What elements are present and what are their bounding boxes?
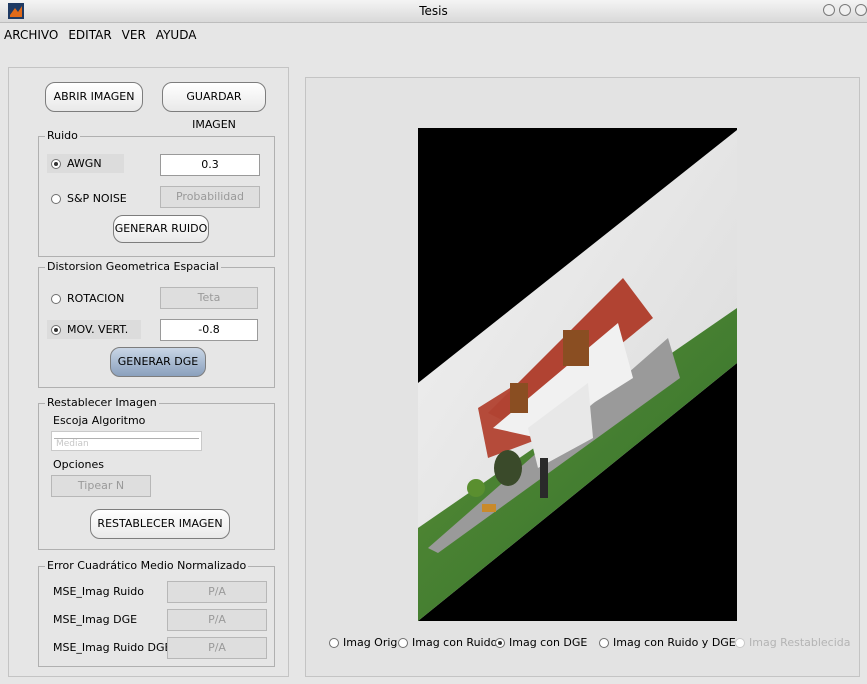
mov-vert-input[interactable]: -0.8 <box>160 319 258 341</box>
awgn-option[interactable]: AWGN <box>47 154 124 173</box>
window-title: Tesis <box>419 4 448 18</box>
mse-dge-value: P/A <box>167 609 267 631</box>
image-display <box>418 128 737 621</box>
menu-editar[interactable]: EDITAR <box>68 28 111 42</box>
theta-input[interactable]: Teta <box>160 287 258 309</box>
view-restored-option[interactable]: Imag Restablecida <box>735 636 851 649</box>
title-bar: Tesis <box>0 0 867 23</box>
view-restored-radio[interactable] <box>735 637 745 648</box>
mov-vert-radio[interactable] <box>51 324 61 335</box>
n-input[interactable]: Tipear N <box>51 475 151 497</box>
algorithm-select[interactable]: Median <box>51 431 202 451</box>
mse-noise-dge-label: MSE_Imag Ruido DGE <box>53 641 172 654</box>
restore-group-title: Restablecer Imagen <box>45 396 159 409</box>
rotation-label: ROTACION <box>67 292 125 305</box>
view-noise-dge-option[interactable]: Imag con Ruido y DGE <box>599 636 736 649</box>
rotation-option[interactable]: ROTACION <box>51 292 124 305</box>
awgn-radio[interactable] <box>51 158 61 169</box>
menu-bar: ARCHIVO EDITAR VER AYUDA <box>0 24 196 46</box>
probability-input[interactable]: Probabilidad <box>160 186 260 208</box>
algorithm-label: Escoja Algoritmo <box>53 414 146 427</box>
rotation-radio[interactable] <box>51 293 61 304</box>
mse-dge-label: MSE_Imag DGE <box>53 613 138 626</box>
mse-noise-value: P/A <box>167 581 267 603</box>
view-dge-radio[interactable] <box>495 637 505 648</box>
maximize-icon[interactable] <box>839 4 851 16</box>
dge-group-title: Distorsion Geometrica Espacial <box>45 260 221 273</box>
view-noise-radio[interactable] <box>398 637 408 648</box>
save-image-button[interactable]: GUARDAR IMAGEN <box>162 82 266 131</box>
minimize-icon[interactable] <box>823 4 835 16</box>
view-dge-option[interactable]: Imag con DGE <box>495 636 587 649</box>
view-orig-radio[interactable] <box>329 637 339 648</box>
generate-dge-button[interactable]: GENERAR DGE <box>110 347 206 377</box>
mse-noise-label: MSE_Imag Ruido <box>53 585 144 598</box>
awgn-label: AWGN <box>67 157 102 170</box>
menu-ver[interactable]: VER <box>122 28 146 42</box>
options-label: Opciones <box>53 458 104 471</box>
noise-group-title: Ruido <box>45 129 80 142</box>
view-noise-option[interactable]: Imag con Ruido <box>398 636 497 649</box>
sp-noise-radio[interactable] <box>51 193 61 204</box>
open-image-button[interactable]: ABRIR IMAGEN <box>45 82 143 112</box>
mov-vert-option[interactable]: MOV. VERT. <box>47 320 141 339</box>
view-orig-option[interactable]: Imag Orig <box>329 636 397 649</box>
menu-archivo[interactable]: ARCHIVO <box>4 28 58 42</box>
generate-noise-button[interactable]: GENERAR RUIDO <box>113 215 209 243</box>
sp-noise-option[interactable]: S&P NOISE <box>51 192 127 205</box>
algorithm-selected: Median <box>56 439 89 449</box>
menu-ayuda[interactable]: AYUDA <box>156 28 197 42</box>
mse-group-title: Error Cuadrático Medio Normalizado <box>45 559 249 572</box>
sp-noise-label: S&P NOISE <box>67 192 127 205</box>
restore-image-button[interactable]: RESTABLECER IMAGEN <box>90 509 230 539</box>
awgn-value-input[interactable]: 0.3 <box>160 154 260 176</box>
view-noise-dge-radio[interactable] <box>599 637 609 648</box>
distorted-image <box>418 130 737 621</box>
close-icon[interactable] <box>855 4 867 16</box>
mse-noise-dge-value: P/A <box>167 637 267 659</box>
mov-vert-label: MOV. VERT. <box>67 323 129 336</box>
